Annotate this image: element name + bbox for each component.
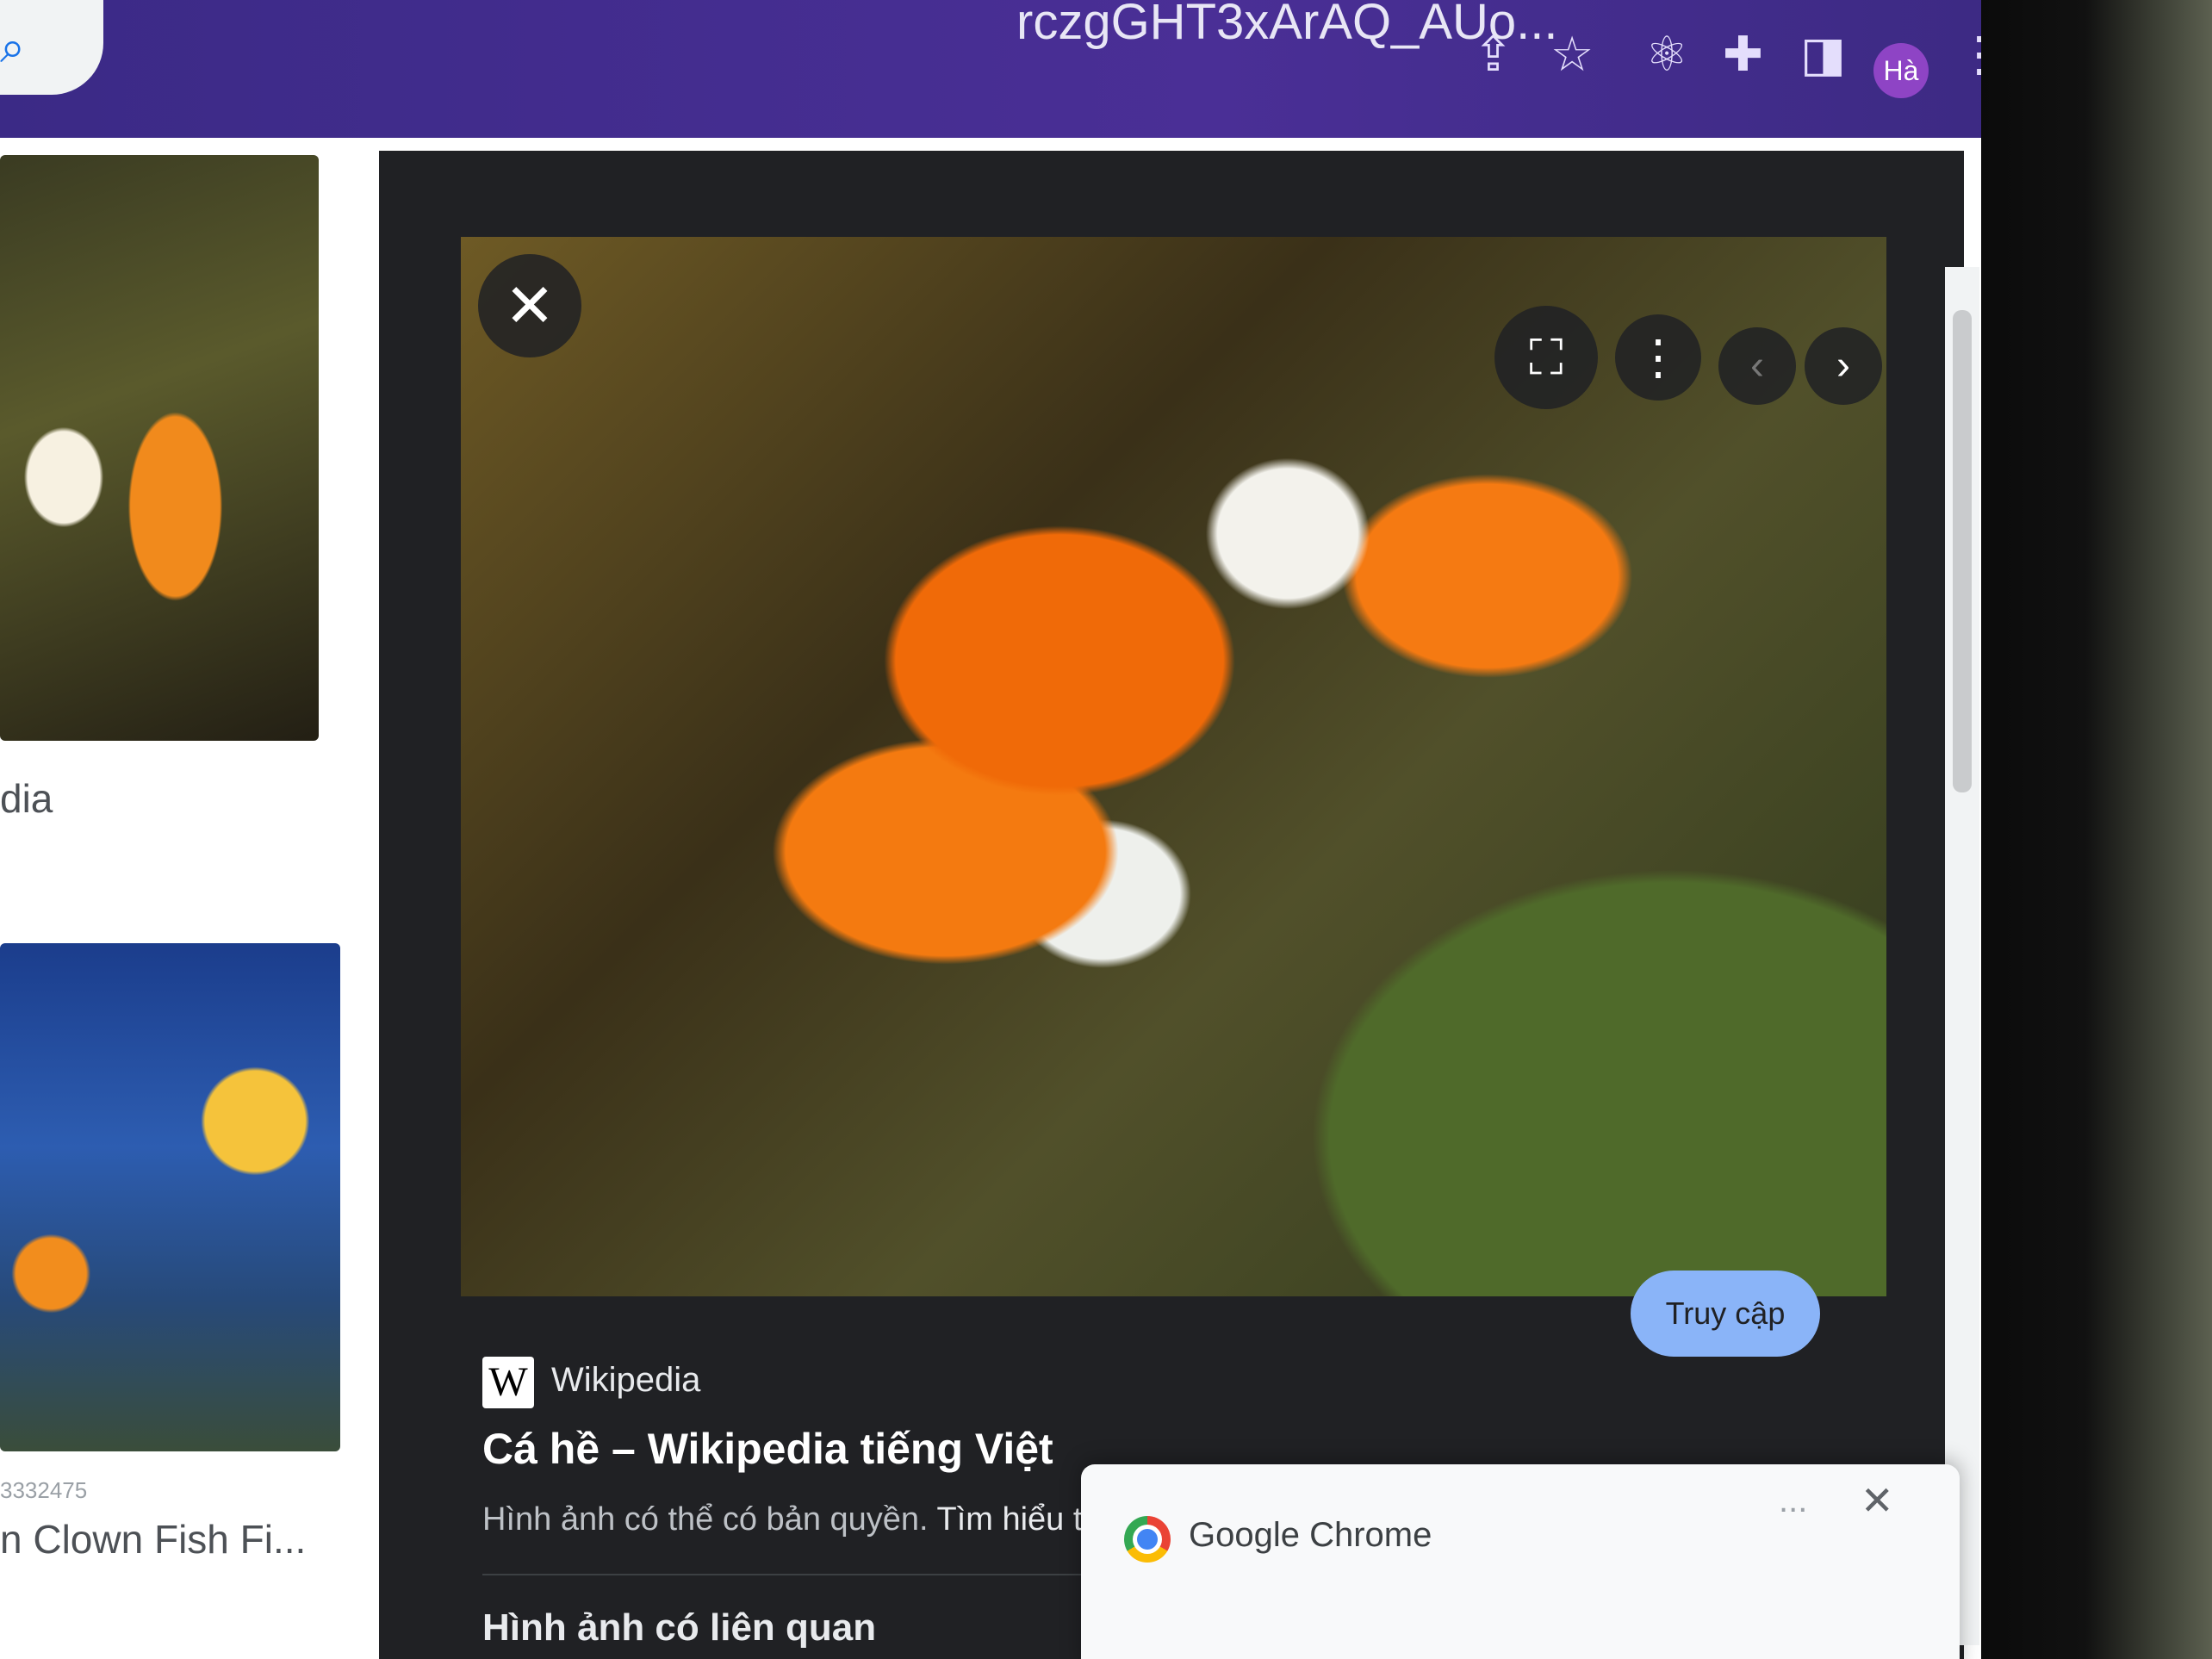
clownfish-image[interactable]: ✕ ⛶ ⋮ ‹ › bbox=[461, 237, 1886, 1296]
browser-profile-avatar[interactable]: Hà bbox=[1873, 43, 1929, 98]
more-options-icon[interactable]: ⋮ bbox=[1615, 314, 1701, 401]
source-name[interactable]: Wikipedia bbox=[551, 1361, 700, 1400]
wikipedia-logo-icon: W bbox=[482, 1357, 534, 1408]
image-title[interactable]: Cá hề – Wikipedia tiếng Việt bbox=[482, 1424, 1053, 1474]
scrollbar-thumb[interactable] bbox=[1953, 310, 1972, 792]
browser-toolbar: ⌕ rczgGHT3xArAQ_AUo... ⇪ ☆ ⚛ ✚ ◨ Hà ⋮ bbox=[0, 0, 2020, 146]
result-meta-2: 3332475 bbox=[0, 1477, 88, 1503]
result-thumbnail-1[interactable] bbox=[0, 155, 319, 741]
chrome-logo-icon bbox=[1124, 1516, 1171, 1563]
copyright-notice: Hình ảnh có thể có bản quyền. Tìm hiểu t… bbox=[482, 1501, 1146, 1538]
lens-search-icon[interactable]: ⛶ bbox=[1494, 306, 1598, 409]
monitor-bezel bbox=[1981, 0, 2212, 1659]
next-chevron-icon[interactable]: › bbox=[1805, 327, 1882, 405]
result-title-2[interactable]: n Clown Fish Fi... bbox=[0, 1516, 306, 1563]
side-panel-icon[interactable]: ◨ bbox=[1800, 26, 1846, 83]
notification-app-name: Google Chrome bbox=[1189, 1516, 1432, 1554]
result-source-1[interactable]: dia bbox=[0, 775, 53, 822]
previous-chevron-icon[interactable]: ‹ bbox=[1718, 327, 1796, 405]
monitor-screen: ⌕ rczgGHT3xArAQ_AUo... ⇪ ☆ ⚛ ✚ ◨ Hà ⋮ ⚙ … bbox=[0, 0, 2020, 1659]
puzzle-extensions-icon[interactable]: ✚ bbox=[1723, 26, 1763, 83]
omnibox-left[interactable]: ⌕ bbox=[0, 0, 103, 95]
close-icon[interactable]: ✕ bbox=[478, 254, 581, 357]
chrome-notification[interactable]: Google Chrome ... ✕ bbox=[1081, 1464, 1960, 1659]
result-thumbnail-2[interactable] bbox=[0, 943, 340, 1451]
bookmark-star-icon[interactable]: ☆ bbox=[1550, 26, 1594, 83]
notification-close-icon[interactable]: ✕ bbox=[1861, 1477, 1894, 1524]
google-images-page: ⚙ ⋮⋮⋮ Hà dia 3332475 n Clown Fish Fi... … bbox=[0, 138, 1981, 1659]
search-icon[interactable]: ⌕ bbox=[0, 22, 25, 74]
image-viewer-panel: ✕ ⛶ ⋮ ‹ › Truy cập W Wikipedia Cá hề – W… bbox=[379, 151, 1964, 1659]
copyright-text: Hình ảnh có thể có bản quyền. bbox=[482, 1501, 929, 1538]
share-icon[interactable]: ⇪ bbox=[1473, 26, 1513, 83]
visit-button[interactable]: Truy cập bbox=[1631, 1271, 1820, 1357]
atom-extension-icon[interactable]: ⚛ bbox=[1645, 26, 1688, 83]
related-images-heading: Hình ảnh có liên quan bbox=[482, 1606, 877, 1649]
notification-more-icon[interactable]: ... bbox=[1779, 1482, 1807, 1520]
